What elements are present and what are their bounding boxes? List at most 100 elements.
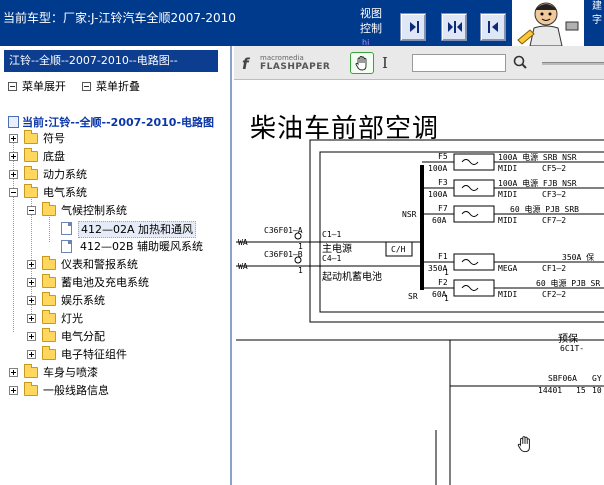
part-number-label: 14401 [538, 386, 563, 395]
wire-color-label: WA [238, 238, 248, 247]
tree-item-power-distribution[interactable]: 电气分配 [0, 328, 230, 346]
connector-label: C36F01—B [264, 250, 303, 259]
midi-label: MIDI [498, 164, 518, 173]
hand-icon [355, 56, 367, 71]
search-icon[interactable] [512, 54, 528, 72]
tree-item-412-02b[interactable]: 412—02B 辅助暖风系统 [0, 238, 230, 256]
tree-item-label: 一般线路信息 [43, 384, 109, 397]
pin-label: 1 [298, 242, 303, 251]
hand-cursor-icon [517, 436, 530, 453]
tree-item-label: 蓄电池及充电系统 [61, 276, 149, 289]
expand-icon[interactable] [27, 278, 36, 287]
document-viewer: f macromedia FLASHPAPER I 柴油车前部空调 NSR SR… [234, 46, 604, 485]
tree-item-label: 灯光 [61, 312, 83, 325]
tree-item-lighting[interactable]: 灯光 [0, 310, 230, 328]
step-in-button[interactable] [400, 13, 426, 41]
current-location-text: 当前:江铃--全顺--2007-2010-电路图 [22, 116, 215, 129]
tree-item-electrical[interactable]: 电气系统 [0, 184, 230, 202]
tree-item-powertrain[interactable]: 动力系统 [0, 166, 230, 184]
expand-icon[interactable] [9, 386, 18, 395]
midi-label: MIDI [498, 290, 518, 299]
collapse-all-label: 菜单折叠 [96, 80, 140, 93]
tree-item-general-wiring[interactable]: 一般线路信息 [0, 382, 230, 400]
tree-item-412-02a[interactable]: 412—02A 加热和通风 [0, 220, 230, 238]
fuse-circuit: CF3—2 [542, 190, 567, 199]
tree-item-label: 符号 [43, 132, 65, 145]
document-icon [61, 222, 72, 235]
page-icon [8, 116, 19, 128]
app-window: 当前车型：厂家:J-江铃汽车全顺2007-2010 视图控制 hi 建字 江铃-… [0, 0, 604, 485]
breadcrumb: 江铃--全顺--2007-2010--电路图-- [4, 50, 218, 72]
folder-icon [24, 364, 38, 378]
fuse-desc: 100A_电源_SRB_NSR [498, 153, 577, 162]
expand-icon[interactable] [27, 350, 36, 359]
step-back-button[interactable] [480, 13, 506, 41]
tree-item-climate-control[interactable]: 气候控制系统 [0, 202, 230, 220]
tree-item-chassis[interactable]: 底盘 [0, 148, 230, 166]
expand-all-icon [8, 82, 17, 91]
expand-icon[interactable] [9, 152, 18, 161]
pin-number: 10 [592, 386, 602, 395]
current-location: 当前:江铃--全顺--2007-2010-电路图 [8, 114, 214, 130]
tree-item-symbols[interactable]: 符号 [0, 130, 230, 148]
collapse-icon[interactable] [27, 206, 36, 215]
fuse-circuit: CF1—2 [542, 264, 567, 273]
header-bar: 当前车型：厂家:J-江铃汽车全顺2007-2010 视图控制 hi 建字 [0, 0, 604, 47]
folder-icon [42, 310, 56, 324]
expand-all-button[interactable]: 菜单展开 [8, 78, 66, 94]
fuse-circuit: CF7—2 [542, 216, 567, 225]
tree-item-label: 电子特征组件 [61, 348, 127, 361]
fuse-id: F3 [438, 178, 448, 187]
folder-icon [42, 328, 56, 342]
folder-icon [42, 274, 56, 288]
main-power-label: 主电源 [322, 244, 352, 255]
view-control-label: 视图控制 [360, 7, 382, 35]
tree-item-label: 车身与喷漆 [43, 366, 98, 379]
folder-icon [42, 346, 56, 360]
preserve-label: 预保 [558, 334, 578, 345]
expand-icon[interactable] [27, 314, 36, 323]
folder-icon [42, 256, 56, 270]
nsr-label: NSR [402, 210, 417, 219]
fuse-rating: 100A [428, 190, 448, 199]
expand-all-label: 菜单展开 [22, 80, 66, 93]
step-back-icon [488, 21, 498, 33]
tree-item-label: 电气系统 [43, 186, 87, 199]
collapse-icon[interactable] [9, 188, 18, 197]
car-model-title: 当前车型：厂家:J-江铃汽车全顺2007-2010 [3, 11, 236, 25]
fuse-number: 1 [444, 294, 449, 303]
step-in-icon [410, 21, 419, 33]
fuse-desc: 100A_电源_FJB_NSR [498, 179, 577, 188]
tree-item-entertainment[interactable]: 娱乐系统 [0, 292, 230, 310]
diagram-title: 柴油车前部空调 [250, 114, 440, 144]
connector-label: C36F01—A [264, 226, 303, 235]
expand-icon[interactable] [27, 296, 36, 305]
expand-icon[interactable] [9, 170, 18, 179]
folder-icon [24, 382, 38, 396]
text-select-button[interactable]: I [382, 54, 388, 72]
start-battery-label: 起动机蓄电池 [322, 272, 382, 283]
collapse-all-button[interactable]: 菜单折叠 [82, 78, 140, 94]
expand-icon[interactable] [27, 260, 36, 269]
expand-icon[interactable] [9, 134, 18, 143]
part-code-label: 6C1T- [560, 344, 585, 353]
hand-tool-button[interactable] [350, 52, 374, 74]
zoom-slider[interactable] [542, 62, 604, 65]
tree-item-body-paint[interactable]: 车身与喷漆 [0, 364, 230, 382]
sidebar: 江铃--全顺--2007-2010--电路图-- 菜单展开 菜单折叠 当前:江铃… [0, 46, 232, 485]
folder-open-icon [24, 184, 38, 198]
split-button[interactable] [441, 13, 467, 41]
folder-icon [42, 292, 56, 306]
search-input[interactable] [412, 54, 506, 72]
tree-item-label: 动力系统 [43, 168, 87, 181]
expand-icon[interactable] [27, 332, 36, 341]
mega-label: MEGA [498, 264, 518, 273]
tree-item-battery-charging[interactable]: 蓄电池及充电系统 [0, 274, 230, 292]
tree-item-instruments[interactable]: 仪表和警报系统 [0, 256, 230, 274]
fuse-desc: 350A_保 [562, 253, 595, 262]
fuse-number: 1 [444, 268, 449, 277]
gy-label: GY [592, 374, 602, 383]
expand-icon[interactable] [9, 368, 18, 377]
tree-item-electronic-features[interactable]: 电子特征组件 [0, 346, 230, 364]
document-icon [61, 240, 72, 253]
